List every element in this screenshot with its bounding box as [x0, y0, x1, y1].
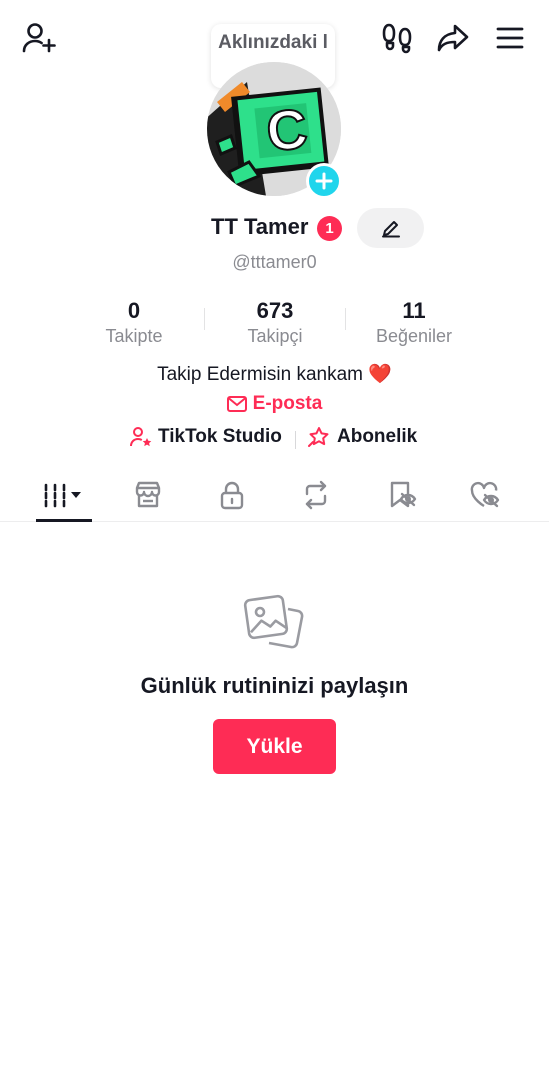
lock-icon [220, 481, 244, 510]
stat-likes[interactable]: 11 Beğeniler [354, 298, 474, 348]
stat-following-value: 0 [127, 298, 141, 323]
empty-state-title: Günlük rutininizi paylaşın [140, 673, 409, 698]
plus-icon [315, 172, 333, 190]
bio: Takip Edermisin kankam ❤️ [157, 364, 392, 385]
videos-grid-icon [44, 483, 81, 508]
add-photo-button[interactable] [306, 163, 342, 199]
repost-icon [305, 480, 327, 510]
edit-profile-button[interactable] [357, 208, 424, 248]
add-friend-icon[interactable] [19, 18, 59, 58]
share-icon[interactable] [433, 18, 473, 58]
stat-following-label: Takipte [105, 326, 163, 346]
footprints-icon[interactable] [378, 18, 418, 58]
stat-likes-label: Beğeniler [375, 326, 453, 346]
stat-divider [345, 308, 346, 330]
display-name: TT Tamer [211, 214, 309, 239]
menu-icon[interactable] [490, 18, 530, 58]
liked-hidden-icon [470, 481, 500, 508]
stat-followers[interactable]: 673 Takipçi [215, 298, 335, 348]
stat-divider [204, 308, 205, 330]
subscription-link[interactable]: Abonelik [307, 426, 417, 448]
subscription-label: Abonelik [337, 426, 418, 447]
stat-following[interactable]: 0 Takipte [74, 298, 194, 348]
photos-icon [243, 592, 305, 654]
email-link[interactable]: E-posta [0, 393, 549, 415]
mail-icon [226, 396, 247, 412]
tab-reposts[interactable] [288, 470, 344, 520]
stat-followers-label: Takipçi [247, 326, 303, 346]
tab-private[interactable] [204, 470, 260, 520]
content-tabs [0, 470, 549, 522]
tiktok-studio-label: TikTok Studio [158, 426, 282, 447]
stat-likes-value: 11 [402, 298, 426, 323]
tiktok-studio-link[interactable]: TikTok Studio [130, 426, 282, 448]
tab-liked[interactable] [457, 470, 513, 520]
tab-videos[interactable] [36, 470, 92, 520]
notification-badge[interactable]: 1 [317, 216, 342, 241]
pencil-icon [381, 221, 400, 238]
tab-favorites[interactable] [374, 470, 430, 520]
active-tab-indicator [36, 519, 92, 522]
email-label: E-posta [252, 393, 323, 414]
upload-button[interactable]: Yükle [213, 719, 336, 774]
svg-text:C: C [263, 96, 310, 163]
username: @tttamer0 [232, 252, 317, 272]
tab-shop[interactable] [120, 470, 176, 520]
favorites-hidden-icon [390, 481, 417, 508]
shop-icon [135, 481, 161, 508]
link-divider [295, 431, 296, 449]
studio-icon [130, 427, 152, 447]
subscription-star-icon [308, 427, 329, 447]
stat-followers-value: 673 [256, 298, 294, 323]
